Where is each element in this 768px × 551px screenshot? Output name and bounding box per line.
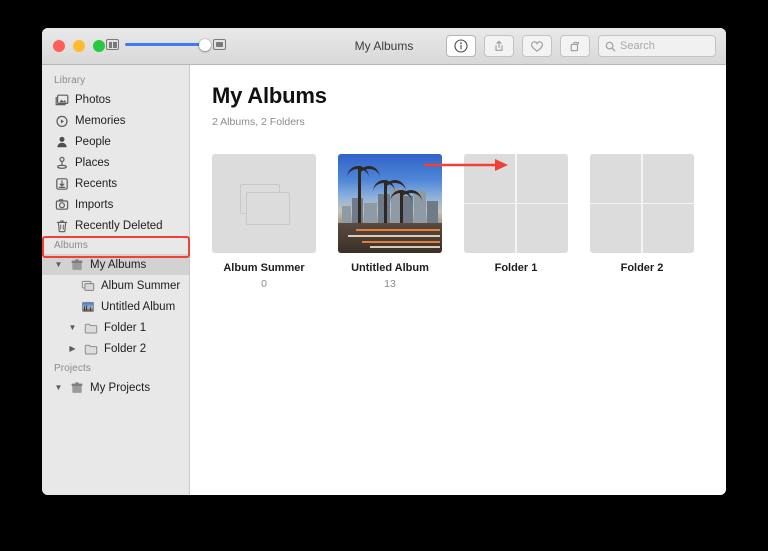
photos-window: My Albums Search Library Photos Memories… xyxy=(42,28,726,495)
sidebar-item-photos[interactable]: Photos xyxy=(42,89,189,110)
folder-tile-folder-1[interactable]: Folder 1 xyxy=(464,154,568,290)
share-icon xyxy=(495,40,503,51)
window-titlebar: My Albums Search xyxy=(42,28,726,65)
page-title: My Albums xyxy=(212,83,327,108)
sidebar-item-places[interactable]: Places xyxy=(42,152,189,173)
rotate-icon xyxy=(570,41,580,52)
sidebar-item-recents[interactable]: Recents xyxy=(42,173,189,194)
folder-thumbnail-placeholder[interactable] xyxy=(590,154,694,253)
album-thumbnail-placeholder[interactable] xyxy=(212,154,316,253)
sidebar-item-people[interactable]: People xyxy=(42,131,189,152)
share-button[interactable] xyxy=(484,35,514,57)
search-icon xyxy=(605,41,616,51)
page-subtitle: 2 Albums, 2 Folders xyxy=(212,116,305,128)
sidebar-item-untitled-album[interactable]: Untitled Album xyxy=(42,296,189,317)
rotate-button[interactable] xyxy=(560,35,590,57)
sidebar-item-folder-1[interactable]: ▼ Folder 1 xyxy=(42,317,189,338)
sidebar-item-label: Folder 1 xyxy=(104,321,147,334)
folder-icon xyxy=(83,341,98,356)
chevron-down-icon[interactable]: ▼ xyxy=(54,383,63,392)
sidebar-item-label: People xyxy=(75,135,111,148)
projects-box-icon xyxy=(69,380,84,395)
sidebar-item-album-summer[interactable]: Album Summer xyxy=(42,275,189,296)
sidebar-item-label: Recently Deleted xyxy=(75,219,163,232)
tile-count: 13 xyxy=(384,278,396,290)
search-field[interactable]: Search xyxy=(598,35,716,57)
album-tile-album-summer[interactable]: Album Summer 0 xyxy=(212,154,316,290)
photos-icon xyxy=(54,92,69,107)
chevron-right-icon[interactable]: ▶ xyxy=(68,344,77,353)
sidebar-item-label: Memories xyxy=(75,114,126,127)
album-thumbnail-photo[interactable] xyxy=(338,154,442,253)
chevron-down-icon[interactable]: ▼ xyxy=(68,323,77,332)
imports-camera-icon xyxy=(54,197,69,212)
album-stack-icon xyxy=(80,278,95,293)
sidebar-item-memories[interactable]: Memories xyxy=(42,110,189,131)
album-tile-untitled-album[interactable]: Untitled Album 13 xyxy=(338,154,442,290)
toolbar-actions: Search xyxy=(446,35,716,57)
sidebar-item-label: Folder 2 xyxy=(104,342,147,355)
sidebar-item-recently-deleted[interactable]: Recently Deleted xyxy=(42,215,189,236)
folder-icon xyxy=(83,320,98,335)
places-pin-icon xyxy=(54,155,69,170)
folder-tile-folder-2[interactable]: Folder 2 xyxy=(590,154,694,290)
sidebar-item-label: My Projects xyxy=(90,381,151,394)
search-placeholder: Search xyxy=(620,40,655,52)
sidebar-item-label: My Albums xyxy=(90,258,147,271)
info-circle-icon xyxy=(454,39,468,53)
road xyxy=(338,223,442,253)
sidebar-section-projects-label: Projects xyxy=(54,363,91,374)
sidebar-item-label: Photos xyxy=(75,93,111,106)
people-icon xyxy=(54,134,69,149)
albums-box-icon xyxy=(69,257,84,272)
sidebar-item-my-projects[interactable]: ▼ My Projects xyxy=(42,377,189,398)
album-photo-icon xyxy=(80,299,95,314)
info-button[interactable] xyxy=(446,35,476,57)
sidebar-item-label: Recents xyxy=(75,177,118,190)
sidebar-item-label: Places xyxy=(75,156,110,169)
screen: My Albums Search Library Photos Memories… xyxy=(0,0,768,551)
heart-icon xyxy=(531,40,543,52)
tile-count: 0 xyxy=(261,278,267,290)
sidebar-item-folder-2[interactable]: ▶ Folder 2 xyxy=(42,338,189,359)
tile-label: Folder 1 xyxy=(494,262,538,274)
sidebar: Library Photos Memories People Places Re… xyxy=(42,65,190,495)
trash-icon xyxy=(54,218,69,233)
chevron-down-icon[interactable]: ▼ xyxy=(54,260,63,269)
albums-grid: Album Summer 0 Untitled Album 13 Folder … xyxy=(212,154,704,290)
sidebar-item-imports[interactable]: Imports xyxy=(42,194,189,215)
favorite-button[interactable] xyxy=(522,35,552,57)
tile-label: Untitled Album xyxy=(351,262,429,274)
sidebar-section-library-label: Library xyxy=(54,75,86,86)
tile-label: Folder 2 xyxy=(620,262,664,274)
window-body: Library Photos Memories People Places Re… xyxy=(42,65,726,495)
tile-label: Album Summer xyxy=(223,262,305,274)
folder-thumbnail-placeholder[interactable] xyxy=(464,154,568,253)
sidebar-item-label: Album Summer xyxy=(101,279,181,292)
main-content: My Albums 2 Albums, 2 Folders Album Summ… xyxy=(190,65,726,495)
sidebar-item-my-albums[interactable]: ▼ My Albums xyxy=(42,254,189,275)
sidebar-item-label: Untitled Album xyxy=(101,300,176,313)
sidebar-section-albums-label: Albums xyxy=(54,240,88,251)
sidebar-item-label: Imports xyxy=(75,198,114,211)
recents-download-icon xyxy=(54,176,69,191)
memories-icon xyxy=(54,113,69,128)
